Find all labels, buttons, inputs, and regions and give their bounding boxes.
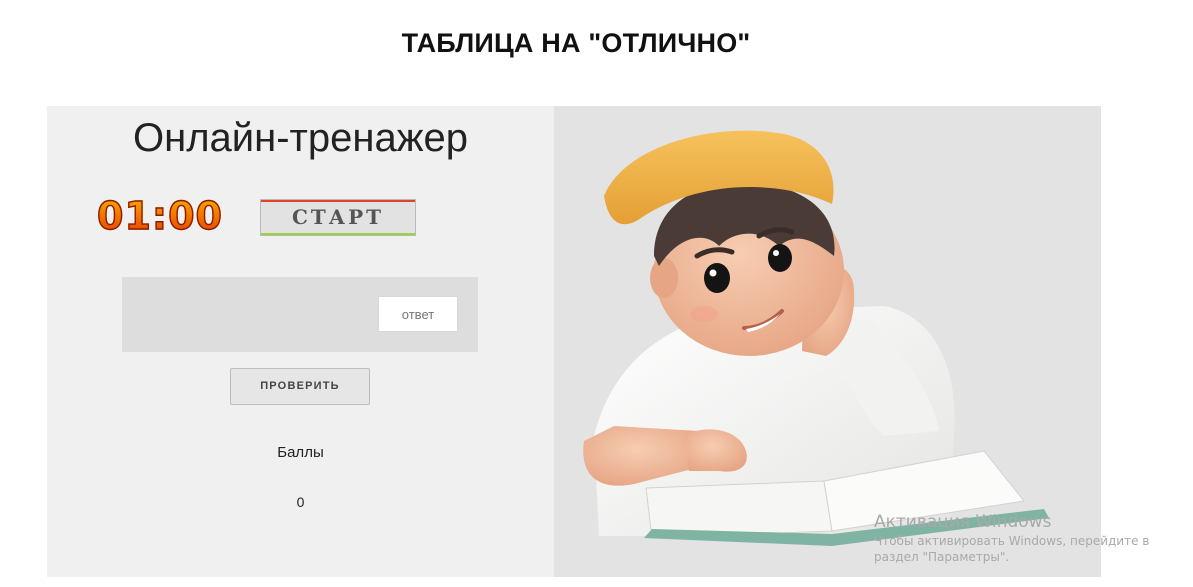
score-value: 0 bbox=[296, 494, 305, 510]
watermark-line1: Чтобы активировать Windows, перейдите в bbox=[874, 534, 1150, 548]
answer-input[interactable] bbox=[378, 296, 458, 332]
watermark-line2: раздел "Параметры". bbox=[874, 550, 1010, 564]
windows-activation-watermark: Активация Windows Чтобы активировать Win… bbox=[874, 512, 1149, 564]
question-area bbox=[122, 277, 478, 352]
countdown-timer: 01:00 bbox=[96, 193, 223, 238]
illustration-panel bbox=[554, 106, 1101, 577]
start-button[interactable]: СТАРТ bbox=[260, 199, 416, 236]
score-label: Баллы bbox=[277, 444, 324, 461]
watermark-title: Активация Windows bbox=[874, 512, 1052, 532]
page-title: ТАБЛИЦА НА "ОТЛИЧНО" bbox=[401, 28, 751, 58]
check-button[interactable]: ПРОВЕРИТЬ bbox=[230, 368, 370, 405]
trainer-title: Онлайн-тренажер bbox=[133, 116, 468, 160]
trainer-panel: Онлайн-тренажер 01:00 СТАРТ ПРОВЕРИТЬ Ба… bbox=[47, 106, 554, 577]
boy-reading-book-illustration bbox=[583, 130, 1049, 546]
